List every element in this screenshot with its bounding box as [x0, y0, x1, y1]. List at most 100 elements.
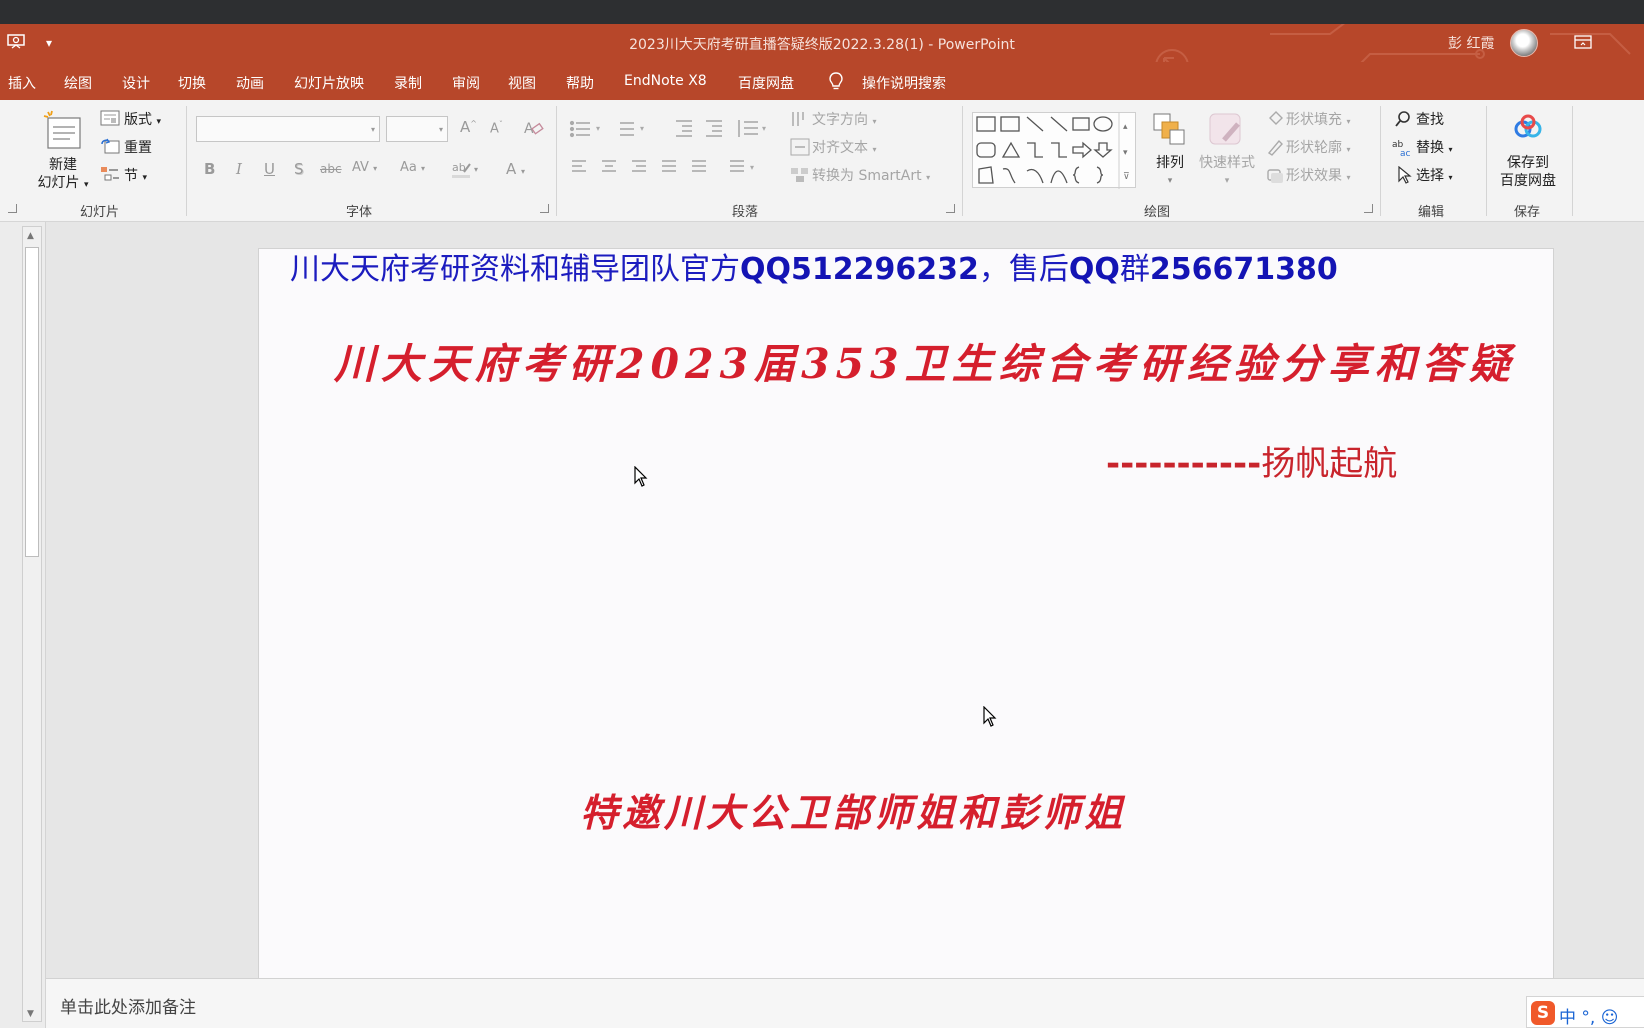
shrink-font-caret: ˇ — [498, 120, 503, 129]
section-button[interactable]: 节 ▾ — [124, 165, 147, 185]
quick-styles-icon[interactable] — [1206, 110, 1246, 152]
tab-view[interactable]: 视图 — [508, 73, 536, 93]
character-spacing-label: AV — [352, 160, 369, 175]
select-button[interactable]: 选择 ▾ — [1416, 165, 1452, 185]
chevron-down-icon: ▾ — [1448, 145, 1453, 154]
ime-mode-indicator: 中 °, ☺ — [1559, 1008, 1619, 1028]
slide-contact-line[interactable]: 川大天府考研资料和辅导团队官方QQ512296232，售后QQ群25667138… — [290, 244, 1338, 288]
shape-outline-label: 形状轮廓 — [1286, 140, 1342, 156]
shape-effects-label: 形状效果 — [1286, 168, 1342, 184]
scroll-thumb[interactable] — [25, 247, 39, 557]
slide-title[interactable]: 川大天府考研2023届353卫生综合考研经验分享和答疑 — [334, 330, 1516, 390]
change-case-button[interactable]: Aa ▾ — [400, 160, 425, 175]
tab-draw[interactable]: 绘图 — [64, 73, 92, 93]
ribbon-display-options-icon[interactable] — [1574, 34, 1592, 50]
tab-help[interactable]: 帮助 — [566, 73, 594, 93]
group-separator — [1380, 106, 1381, 216]
shape-fill-button[interactable]: 形状填充 ▾ — [1286, 109, 1350, 129]
tab-transitions[interactable]: 切换 — [178, 73, 206, 93]
tab-insert[interactable]: 插入 — [8, 73, 36, 93]
ribbon-tabs: 插入 绘图 设计 切换 动画 幻灯片放映 录制 审阅 视图 帮助 EndNote… — [0, 62, 1644, 100]
contact-qq-number: QQ512296232 — [740, 252, 979, 287]
scroll-down-icon[interactable]: ▼ — [27, 1009, 34, 1019]
dialog-launcher-icon[interactable] — [946, 204, 955, 213]
arrange-icon[interactable] — [1150, 110, 1190, 150]
tab-slideshow[interactable]: 幻灯片放映 — [294, 73, 364, 93]
chevron-down-icon: ▾ — [1448, 173, 1453, 182]
sogou-ime-logo-icon: S — [1531, 1001, 1555, 1025]
align-text-button[interactable]: 对齐文本 ▾ — [812, 137, 876, 157]
group-label-slides: 幻灯片 — [80, 205, 120, 220]
shrink-font-button[interactable]: Aˇ — [490, 120, 503, 136]
text-direction-icon — [792, 112, 804, 126]
group-label-paragraph: 段落 — [732, 205, 759, 220]
italic-button[interactable]: I — [236, 160, 242, 178]
dialog-launcher-icon[interactable] — [8, 204, 17, 213]
layout-button[interactable]: 版式 ▾ — [124, 109, 161, 129]
dialog-launcher-icon[interactable] — [1364, 204, 1373, 213]
tab-animations[interactable]: 动画 — [236, 73, 264, 93]
font-name-combo[interactable]: ▾ — [196, 116, 380, 142]
tab-endnote[interactable]: EndNote X8 — [624, 73, 707, 89]
tab-baidu-netdisk[interactable]: 百度网盘 — [738, 73, 794, 93]
text-direction-label: 文字方向 — [812, 112, 868, 128]
chevron-down-icon: ▾ — [521, 167, 526, 176]
character-spacing-button[interactable]: AV ▾ — [352, 160, 377, 175]
highlight-icon[interactable]: ab ▾ — [450, 158, 484, 180]
font-size-combo[interactable]: ▾ — [386, 116, 448, 142]
strikethrough-button[interactable]: abc — [320, 162, 342, 176]
shape-fill-label: 形状填充 — [1286, 112, 1342, 128]
layout-icon — [100, 110, 120, 126]
avatar[interactable] — [1510, 29, 1538, 57]
tab-record[interactable]: 录制 — [394, 73, 422, 93]
chevron-down-icon: ▾ — [370, 125, 375, 134]
slide-presenter[interactable]: -----------扬帆起航 — [1106, 436, 1397, 485]
contact-qq-label: QQ — [1068, 252, 1120, 287]
chevron-down-icon: ▾ — [438, 125, 443, 134]
layout-label: 版式 — [124, 112, 152, 128]
convert-smartart-button[interactable]: 转换为 SmartArt ▾ — [812, 165, 930, 185]
vertical-scrollbar[interactable]: ▲ ▼ — [22, 226, 42, 1022]
shape-effects-button[interactable]: 形状效果 ▾ — [1286, 165, 1350, 185]
notes-pane[interactable]: 单击此处添加备注 — [46, 978, 1644, 1028]
select-pointer-icon — [1398, 166, 1412, 184]
replace-button[interactable]: 替换 ▾ — [1416, 137, 1452, 157]
arrange-button[interactable]: 排列 ▾ — [1140, 154, 1200, 190]
text-direction-button[interactable]: 文字方向 ▾ — [812, 109, 876, 129]
chevron-down-icon: ▾ — [83, 180, 89, 190]
shape-outline-button[interactable]: 形状轮廓 ▾ — [1286, 137, 1350, 157]
chevron-down-icon: ▾ — [1346, 117, 1351, 126]
scroll-up-icon[interactable]: ▲ — [27, 231, 34, 241]
user-name[interactable]: 彭 红霞 — [1448, 33, 1494, 53]
ime-status-bar[interactable]: S 中 °, ☺ — [1526, 996, 1644, 1028]
shapes-gallery[interactable]: ▴ ▾ ⊽ — [972, 112, 1136, 189]
quick-styles-button[interactable]: 快速样式 ▾ — [1194, 154, 1260, 190]
contact-text-2: ，售后 — [978, 252, 1069, 287]
clear-formatting-icon[interactable]: A — [522, 118, 544, 138]
bold-button[interactable]: B — [204, 160, 215, 178]
dialog-launcher-icon[interactable] — [540, 204, 549, 213]
window-title: 2023川大天府考研直播答疑终版2022.3.28(1) - PowerPoin… — [629, 37, 1015, 53]
save-to-netdisk-button[interactable]: 保存到 百度网盘 — [1492, 154, 1564, 190]
text-shadow-button[interactable]: S — [294, 160, 304, 178]
reset-button[interactable]: 重置 — [124, 137, 152, 157]
find-button[interactable]: 查找 — [1416, 109, 1444, 129]
slide-guests[interactable]: 特邀川大公卫郜师姐和彭师姐 — [580, 782, 1126, 837]
svg-text:▾: ▾ — [1123, 148, 1128, 158]
new-slide-icon[interactable] — [42, 110, 82, 154]
tab-design[interactable]: 设计 — [122, 73, 150, 93]
chevron-down-icon: ▾ — [142, 173, 147, 183]
underline-button[interactable]: U — [264, 160, 275, 178]
new-slide-button[interactable]: 新建 幻灯片 ▾ — [30, 156, 96, 194]
baidu-netdisk-icon[interactable] — [1512, 114, 1544, 142]
contact-text-3: 群 — [1119, 252, 1150, 287]
tell-me-search[interactable]: 操作说明搜索 — [862, 73, 946, 93]
tab-review[interactable]: 审阅 — [452, 73, 480, 93]
replace-icon: abac — [1392, 140, 1411, 156]
font-color-button[interactable]: A ▾ — [506, 160, 525, 178]
grow-font-button[interactable]: A^ — [460, 118, 477, 136]
svg-text:ac: ac — [1400, 149, 1411, 156]
shape-effects-icon — [1267, 169, 1283, 183]
select-label: 选择 — [1416, 168, 1444, 184]
chevron-down-icon: ▾ — [1346, 145, 1351, 154]
